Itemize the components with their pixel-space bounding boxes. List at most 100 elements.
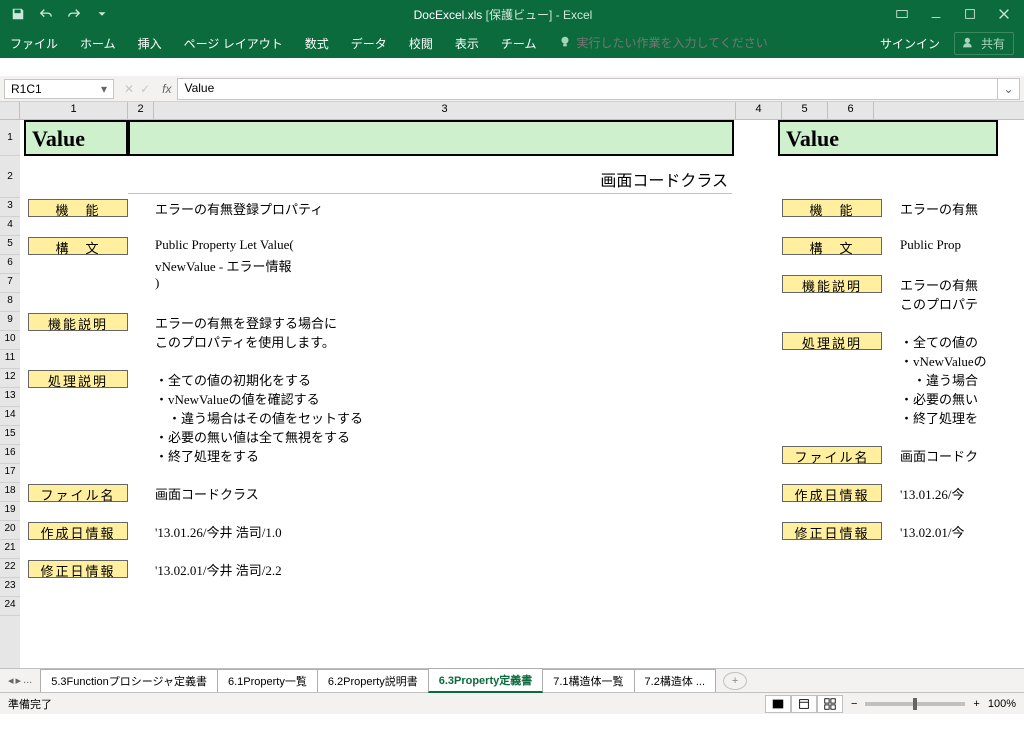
- label-created[interactable]: 作成日情報: [782, 484, 882, 502]
- fx-icon[interactable]: fx: [156, 82, 177, 96]
- cell-text[interactable]: ・必要の無い: [900, 389, 978, 408]
- enter-fx-icon[interactable]: ✓: [140, 82, 150, 96]
- new-sheet-icon[interactable]: +: [723, 672, 747, 690]
- tab-insert[interactable]: 挿入: [138, 31, 162, 56]
- cell-text[interactable]: ・終了処理をする: [155, 446, 259, 465]
- cell-grid[interactable]: Value Value 画面コードクラス 機 能 エラーの有無登録プロパティ 構…: [20, 120, 1024, 668]
- row-header[interactable]: 24: [0, 597, 20, 616]
- label-proc-desc[interactable]: 処理説明: [28, 370, 128, 388]
- page-layout-icon[interactable]: [791, 695, 817, 713]
- row-header[interactable]: 5: [0, 236, 20, 255]
- tab-nav-more[interactable]: ...: [23, 674, 32, 687]
- row-header[interactable]: 23: [0, 578, 20, 597]
- label-created[interactable]: 作成日情報: [28, 522, 128, 540]
- cell-text[interactable]: このプロパテ: [900, 294, 978, 313]
- zoom-slider[interactable]: [865, 702, 965, 706]
- cell-text[interactable]: 画面コードク: [900, 446, 978, 465]
- cell-text[interactable]: ・違う場合: [900, 370, 978, 389]
- cell-text[interactable]: エラーの有無登録プロパティ: [155, 199, 323, 218]
- label-syntax[interactable]: 構 文: [28, 237, 128, 255]
- cell-text[interactable]: エラーの有無: [900, 275, 978, 294]
- cell-text[interactable]: ・必要の無い値は全て無視をする: [155, 427, 350, 446]
- row-header[interactable]: 3: [0, 198, 20, 217]
- tab-data[interactable]: データ: [351, 31, 387, 56]
- col-header[interactable]: 6: [828, 102, 874, 119]
- share-button[interactable]: 共有: [954, 32, 1014, 55]
- col-header[interactable]: 3: [154, 102, 736, 119]
- cell-text[interactable]: vNewValue - エラー情報: [155, 256, 291, 275]
- cell-text[interactable]: Public Prop: [900, 237, 961, 253]
- cell-text[interactable]: ・全ての値の初期化をする: [155, 370, 311, 389]
- cell-text[interactable]: '13.01.26/今井 浩司/1.0: [155, 522, 282, 541]
- tab-pagelayout[interactable]: ページ レイアウト: [184, 31, 283, 56]
- minimize-icon[interactable]: [920, 2, 952, 26]
- col-header[interactable]: 2: [128, 102, 154, 119]
- row-header[interactable]: 19: [0, 502, 20, 521]
- sheet-tab[interactable]: 6.1Property一覧: [217, 669, 318, 692]
- cell-text[interactable]: '13.01.26/今: [900, 484, 964, 503]
- row-header[interactable]: 2: [0, 156, 20, 198]
- row-header[interactable]: 7: [0, 274, 20, 293]
- col-header[interactable]: 5: [782, 102, 828, 119]
- cell-text[interactable]: ・全ての値の: [900, 332, 978, 351]
- label-modified[interactable]: 修正日情報: [782, 522, 882, 540]
- cell-text[interactable]: Public Property Let Value(: [155, 237, 294, 253]
- row-header[interactable]: 6: [0, 255, 20, 274]
- row-header[interactable]: 9: [0, 312, 20, 331]
- row-header[interactable]: 15: [0, 426, 20, 445]
- maximize-icon[interactable]: [954, 2, 986, 26]
- tab-nav-prev-icon[interactable]: ◂: [8, 674, 14, 687]
- cell-text[interactable]: ・違う場合はその値をセットする: [155, 408, 363, 427]
- cell-text[interactable]: 画面コードクラス: [155, 484, 259, 503]
- cell-text[interactable]: '13.02.01/今: [900, 522, 964, 541]
- chevron-down-icon[interactable]: ▾: [101, 82, 107, 96]
- name-box[interactable]: R1C1▾: [4, 79, 114, 99]
- row-header[interactable]: 14: [0, 407, 20, 426]
- zoom-in-icon[interactable]: +: [973, 698, 979, 710]
- row-header[interactable]: 22: [0, 559, 20, 578]
- sheet-tab[interactable]: 7.1構造体一覧: [542, 669, 634, 692]
- tab-file[interactable]: ファイル: [10, 31, 58, 56]
- tab-view[interactable]: 表示: [455, 31, 479, 56]
- row-header[interactable]: 1: [0, 120, 20, 156]
- ribbon-options-icon[interactable]: [886, 2, 918, 26]
- cell-text[interactable]: ・終了処理を: [900, 408, 978, 427]
- redo-icon[interactable]: [62, 2, 86, 26]
- label-modified[interactable]: 修正日情報: [28, 560, 128, 578]
- col-header[interactable]: 1: [20, 102, 128, 119]
- row-header[interactable]: 11: [0, 350, 20, 369]
- zoom-out-icon[interactable]: −: [851, 698, 857, 710]
- sheet-tab[interactable]: 6.3Property定義書: [428, 668, 544, 693]
- row-header[interactable]: 16: [0, 445, 20, 464]
- row-header[interactable]: 21: [0, 540, 20, 559]
- row-header[interactable]: 17: [0, 464, 20, 483]
- sheet-tab[interactable]: 6.2Property説明書: [317, 669, 429, 692]
- signin-link[interactable]: サインイン: [880, 35, 940, 52]
- row-header[interactable]: 20: [0, 521, 20, 540]
- cell-text[interactable]: '13.02.01/今井 浩司/2.2: [155, 560, 282, 579]
- class-title[interactable]: 画面コードクラス: [128, 165, 732, 194]
- undo-icon[interactable]: [34, 2, 58, 26]
- tellme-input[interactable]: [576, 36, 776, 50]
- row-header[interactable]: 8: [0, 293, 20, 312]
- label-syntax[interactable]: 構 文: [782, 237, 882, 255]
- row-header[interactable]: 10: [0, 331, 20, 350]
- formula-bar[interactable]: Value: [177, 78, 998, 100]
- sheet-tab[interactable]: 7.2構造体 ...: [634, 669, 717, 692]
- cell-text[interactable]: ): [155, 275, 159, 291]
- zoom-level[interactable]: 100%: [988, 698, 1016, 710]
- row-header[interactable]: 13: [0, 388, 20, 407]
- tab-home[interactable]: ホーム: [80, 31, 116, 56]
- col-header[interactable]: 4: [736, 102, 782, 119]
- label-func-desc[interactable]: 機能説明: [782, 275, 882, 293]
- header-cell[interactable]: Value: [24, 120, 128, 156]
- qat-customize-icon[interactable]: [90, 2, 114, 26]
- label-file[interactable]: ファイル名: [782, 446, 882, 464]
- label-func-desc[interactable]: 機能説明: [28, 313, 128, 331]
- tab-review[interactable]: 校閲: [409, 31, 433, 56]
- row-header[interactable]: 4: [0, 217, 20, 236]
- save-icon[interactable]: [6, 2, 30, 26]
- header-cell-merge[interactable]: [128, 120, 734, 156]
- cancel-fx-icon[interactable]: ✕: [124, 82, 134, 96]
- cell-text[interactable]: エラーの有無: [900, 199, 978, 218]
